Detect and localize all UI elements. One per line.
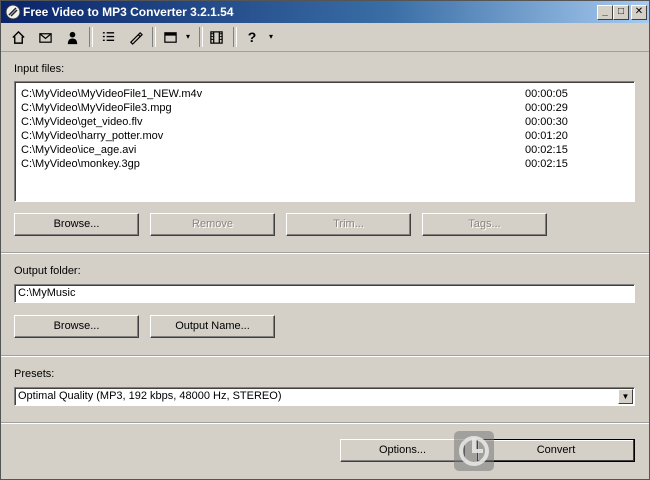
section-divider (1, 422, 649, 424)
options-button[interactable]: Options... (340, 439, 465, 462)
file-duration: 00:00:29 (525, 102, 568, 114)
file-duration: 00:02:15 (525, 144, 568, 156)
file-name: C:\MyVideo\MyVideoFile1_NEW.m4v (21, 88, 203, 100)
output-name-button[interactable]: Output Name... (150, 315, 275, 338)
file-name: C:\MyVideo\harry_potter.mov (21, 130, 164, 142)
app-icon (5, 4, 21, 20)
section-divider (1, 355, 649, 357)
input-files-list[interactable]: C:\MyVideo\MyVideoFile1_NEW.m4v 00:00:05… (14, 81, 635, 202)
toolbar-separator (233, 27, 237, 47)
list-item[interactable]: C:\MyVideo\monkey.3gp 00:02:15 (21, 158, 621, 172)
film-icon[interactable] (205, 27, 227, 47)
file-name: C:\MyVideo\ice_age.avi (21, 144, 137, 156)
file-duration: 00:00:30 (525, 116, 568, 128)
toolbar-separator (89, 27, 93, 47)
close-button[interactable]: ✕ (631, 5, 647, 20)
brush-icon[interactable] (124, 27, 146, 47)
remove-button[interactable]: Remove (150, 213, 275, 236)
user-icon[interactable] (61, 27, 83, 47)
output-folder-field[interactable]: C:\MyMusic (14, 284, 635, 303)
file-name: C:\MyVideo\MyVideoFile3.mpg (21, 102, 172, 114)
file-duration: 00:00:05 (525, 88, 568, 100)
window-icon[interactable] (159, 27, 181, 47)
presets-label: Presets: (14, 368, 55, 380)
maximize-button[interactable]: □ (613, 5, 629, 20)
watermark-logo (453, 429, 643, 473)
watermark-icon (454, 431, 494, 471)
list-item[interactable]: C:\MyVideo\MyVideoFile1_NEW.m4v 00:00:05 (21, 88, 621, 102)
list-item[interactable]: C:\MyVideo\MyVideoFile3.mpg 00:00:29 (21, 102, 621, 116)
toolbar: ▾ ? ▾ (1, 23, 649, 52)
chevron-down-icon[interactable]: ▼ (618, 389, 633, 404)
window-dropdown-icon[interactable]: ▾ (186, 32, 190, 41)
tags-button[interactable]: Tags... (422, 213, 547, 236)
title-bar[interactable]: Free Video to MP3 Converter 3.2.1.54 _ □… (1, 1, 649, 23)
email-icon[interactable] (34, 27, 56, 47)
list-item[interactable]: C:\MyVideo\harry_potter.mov 00:01:20 (21, 130, 621, 144)
app-window: Free Video to MP3 Converter 3.2.1.54 _ □… (0, 0, 650, 480)
file-name: C:\MyVideo\monkey.3gp (21, 158, 140, 170)
input-files-label: Input files: (14, 63, 65, 75)
trim-button[interactable]: Trim... (286, 213, 411, 236)
minimize-button[interactable]: _ (597, 5, 613, 20)
toolbar-separator (199, 27, 203, 47)
toolbar-separator (152, 27, 156, 47)
input-browse-button[interactable]: Browse... (14, 213, 139, 236)
home-icon[interactable] (7, 27, 29, 47)
presets-select[interactable]: Optimal Quality (MP3, 192 kbps, 48000 Hz… (14, 387, 635, 406)
output-browse-button[interactable]: Browse... (14, 315, 139, 338)
list-icon[interactable] (97, 27, 119, 47)
presets-selected-value: Optimal Quality (MP3, 192 kbps, 48000 Hz… (18, 390, 282, 402)
list-item[interactable]: C:\MyVideo\ice_age.avi 00:02:15 (21, 144, 621, 158)
window-title: Free Video to MP3 Converter 3.2.1.54 (23, 5, 234, 19)
section-divider (1, 252, 649, 254)
file-duration: 00:02:15 (525, 158, 568, 170)
help-dropdown-icon[interactable]: ▾ (269, 32, 273, 41)
help-icon[interactable]: ? (241, 27, 263, 47)
output-folder-label: Output folder: (14, 265, 81, 277)
list-item[interactable]: C:\MyVideo\get_video.flv 00:00:30 (21, 116, 621, 130)
file-duration: 00:01:20 (525, 130, 568, 142)
file-name: C:\MyVideo\get_video.flv (21, 116, 143, 128)
